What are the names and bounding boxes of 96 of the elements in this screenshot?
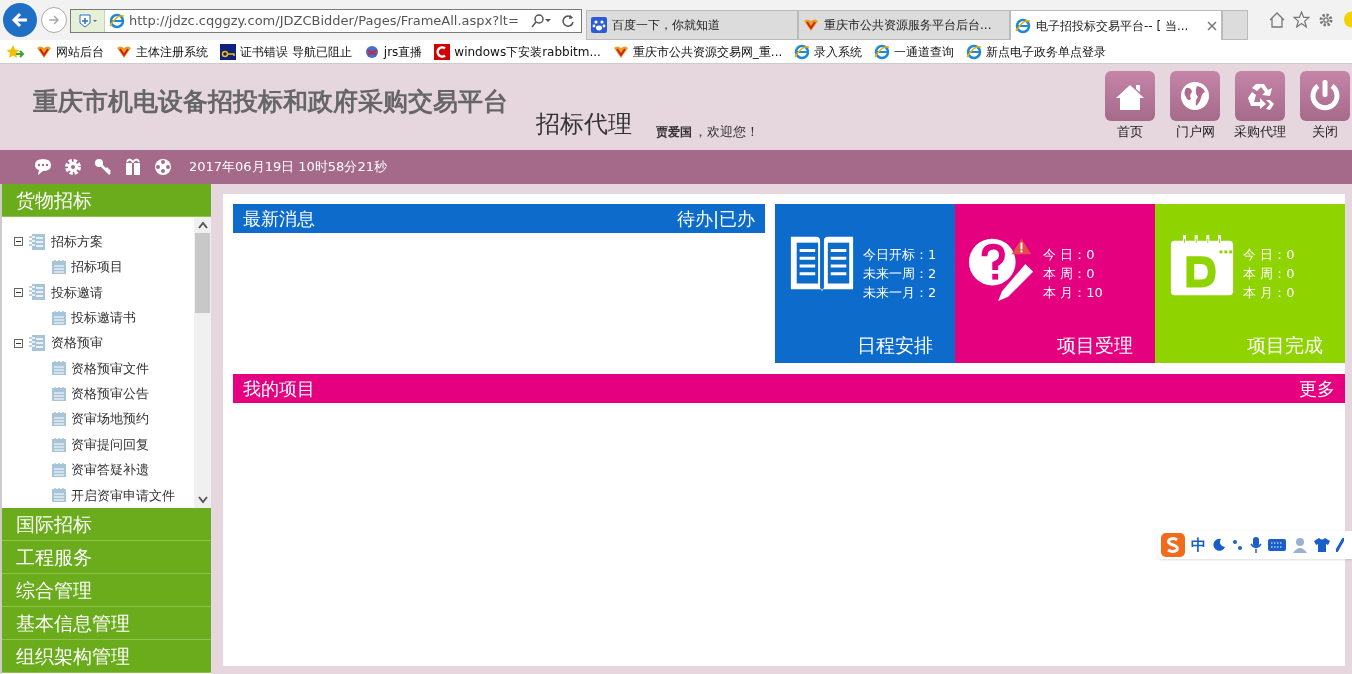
bookmark-link[interactable]: 证书错误 导航已阻止 <box>220 42 352 61</box>
punctuation-icon <box>1232 538 1244 552</box>
bookmark-link[interactable]: windows下安装rabbitm... <box>434 42 601 61</box>
tree-item[interactable]: 招标项目 <box>71 257 123 277</box>
tree-item[interactable]: 资审答疑补遗 <box>71 460 149 480</box>
tree-item[interactable]: 资格预审文件 <box>71 358 149 379</box>
s-logo-icon <box>1161 533 1185 557</box>
date-time: 2017年06月19日 10时58分21秒 <box>189 158 387 177</box>
back-arrow-icon <box>10 10 30 30</box>
shirt-icon <box>1314 538 1330 552</box>
browser-tab[interactable]: 重庆市公共资源服务平台后台... <box>798 10 1010 40</box>
forward-button[interactable] <box>41 7 67 33</box>
projects-title: 我的项目 <box>243 377 315 401</box>
bookmark-link[interactable]: 录入系统 <box>794 42 863 61</box>
forward-arrow-icon <box>47 13 61 27</box>
tree-toggle[interactable] <box>14 338 23 348</box>
microphone-icon <box>1250 537 1262 553</box>
tree-toggle[interactable] <box>14 237 23 247</box>
tile-stat: 本 月：10 <box>1043 283 1103 302</box>
tree-item[interactable]: 资格预审公告 <box>71 384 149 404</box>
moon-icon <box>1212 538 1226 552</box>
tile-stat: 本 周：0 <box>1043 264 1096 283</box>
tile-stat: 未来一月：2 <box>863 283 937 302</box>
bookmark-link[interactable]: jrs直播 <box>363 42 423 61</box>
security-button[interactable] <box>71 10 105 32</box>
logo-icon <box>803 17 819 33</box>
tile-stat: 本 月：0 <box>1243 283 1295 302</box>
chat-icon[interactable] <box>33 157 53 177</box>
user-name: 贾爱国 <box>656 124 692 141</box>
page-icon <box>52 361 66 376</box>
tile-stat: 今日开标：1 <box>863 245 937 264</box>
star-icon <box>1293 11 1310 28</box>
address-bar[interactable]: http://jdzc.cqggzy.com/JDZCBidder/Pages/FrameAll.aspx?lt= <box>70 9 582 33</box>
url-text: http://jdzc.cqggzy.com/JDZCBidder/Pages/FrameAll.aspx?lt= <box>129 12 520 31</box>
scrollbar[interactable] <box>194 217 211 508</box>
browser-tab[interactable]: 百度一下，你就知道 <box>586 10 798 40</box>
welcome-text: ，欢迎您！ <box>694 122 759 141</box>
page-icon <box>52 488 66 503</box>
news-title: 最新消息 <box>243 207 315 231</box>
more-link[interactable]: 更多 <box>1299 375 1335 402</box>
input-mode-label[interactable]: 中 <box>1191 533 1206 557</box>
tile-stat: 今 日：0 <box>1043 245 1096 264</box>
tree-item[interactable]: 投标邀请书 <box>71 308 136 328</box>
tile-stat: 未来一周：2 <box>863 264 937 283</box>
bookmark-link[interactable]: 重庆市公共资源交易网_重... <box>612 42 783 61</box>
tree-item[interactable]: 开启资审申请文件 <box>71 485 175 505</box>
tile-stat: 今 日：0 <box>1243 245 1295 264</box>
key-icon[interactable] <box>93 157 113 177</box>
folder-list-icon <box>28 283 46 302</box>
person-icon <box>1292 537 1308 553</box>
keyboard-icon <box>1268 539 1286 551</box>
dashboard-tile[interactable]: 今日开标：1 未来一周：2 未来一月：2 日程安排 <box>775 204 955 363</box>
bookmark-link[interactable]: 一通道查询 <box>874 42 955 61</box>
refresh-icon <box>561 14 575 28</box>
page-icon <box>52 260 66 275</box>
todo-done-link[interactable]: 待办|已办 <box>676 205 755 232</box>
bookmark-link[interactable]: 新点电子政务单点登录 <box>966 42 1107 61</box>
role-title: 招标代理 <box>536 109 632 140</box>
tile-title: 日程安排 <box>857 332 933 358</box>
scrollbar-thumb[interactable] <box>195 233 210 313</box>
folder-list-icon <box>28 232 46 251</box>
gift-icon[interactable] <box>123 157 143 177</box>
page-icon <box>52 437 66 452</box>
shield-plus-icon <box>77 14 98 28</box>
dashboard-tile[interactable]: 今 日：0 本 周：0 本 月：10 项目受理 <box>955 204 1155 363</box>
page-icon <box>52 310 66 325</box>
close-icon <box>1207 20 1217 31</box>
page-icon <box>52 412 66 427</box>
tile-title: 项目完成 <box>1247 332 1323 358</box>
tool-icon <box>1336 538 1344 552</box>
ime-toolbar[interactable]: 中 <box>1158 531 1352 559</box>
back-button[interactable] <box>3 3 37 37</box>
tree-item[interactable]: 招标方案 <box>51 231 103 252</box>
palette-icon[interactable] <box>153 157 173 177</box>
paw-icon <box>591 17 607 33</box>
settings-icon <box>1318 11 1334 28</box>
ball-icon <box>363 43 380 60</box>
page-icon <box>52 462 66 477</box>
home-icon <box>1269 11 1285 28</box>
tree-item[interactable]: 资审场地预约 <box>71 409 149 429</box>
site-title: 重庆市机电设备招投标和政府采购交易平台 <box>33 85 508 118</box>
tree-item[interactable]: 投标邀请 <box>51 282 103 303</box>
bookmark-link[interactable]: 网站后台 <box>36 42 104 61</box>
tile-stat: 本 周：0 <box>1243 264 1295 283</box>
tile-title: 项目受理 <box>1057 332 1133 358</box>
bookmark-link[interactable]: 主体注册系统 <box>116 42 208 61</box>
c-logo-icon <box>434 43 451 60</box>
tree-item[interactable]: 资审提问回复 <box>71 434 149 455</box>
browser-tab[interactable]: 电子招投标交易平台-- [ 当... <box>1010 10 1222 40</box>
favorites-star-icon <box>6 43 24 60</box>
certificate-icon <box>220 43 236 60</box>
tree-item[interactable]: 资格预审 <box>51 333 103 353</box>
folder-list-icon <box>28 334 46 353</box>
tree-toggle[interactable] <box>14 287 23 297</box>
settings-icon[interactable] <box>63 157 83 177</box>
page-icon <box>52 386 66 401</box>
